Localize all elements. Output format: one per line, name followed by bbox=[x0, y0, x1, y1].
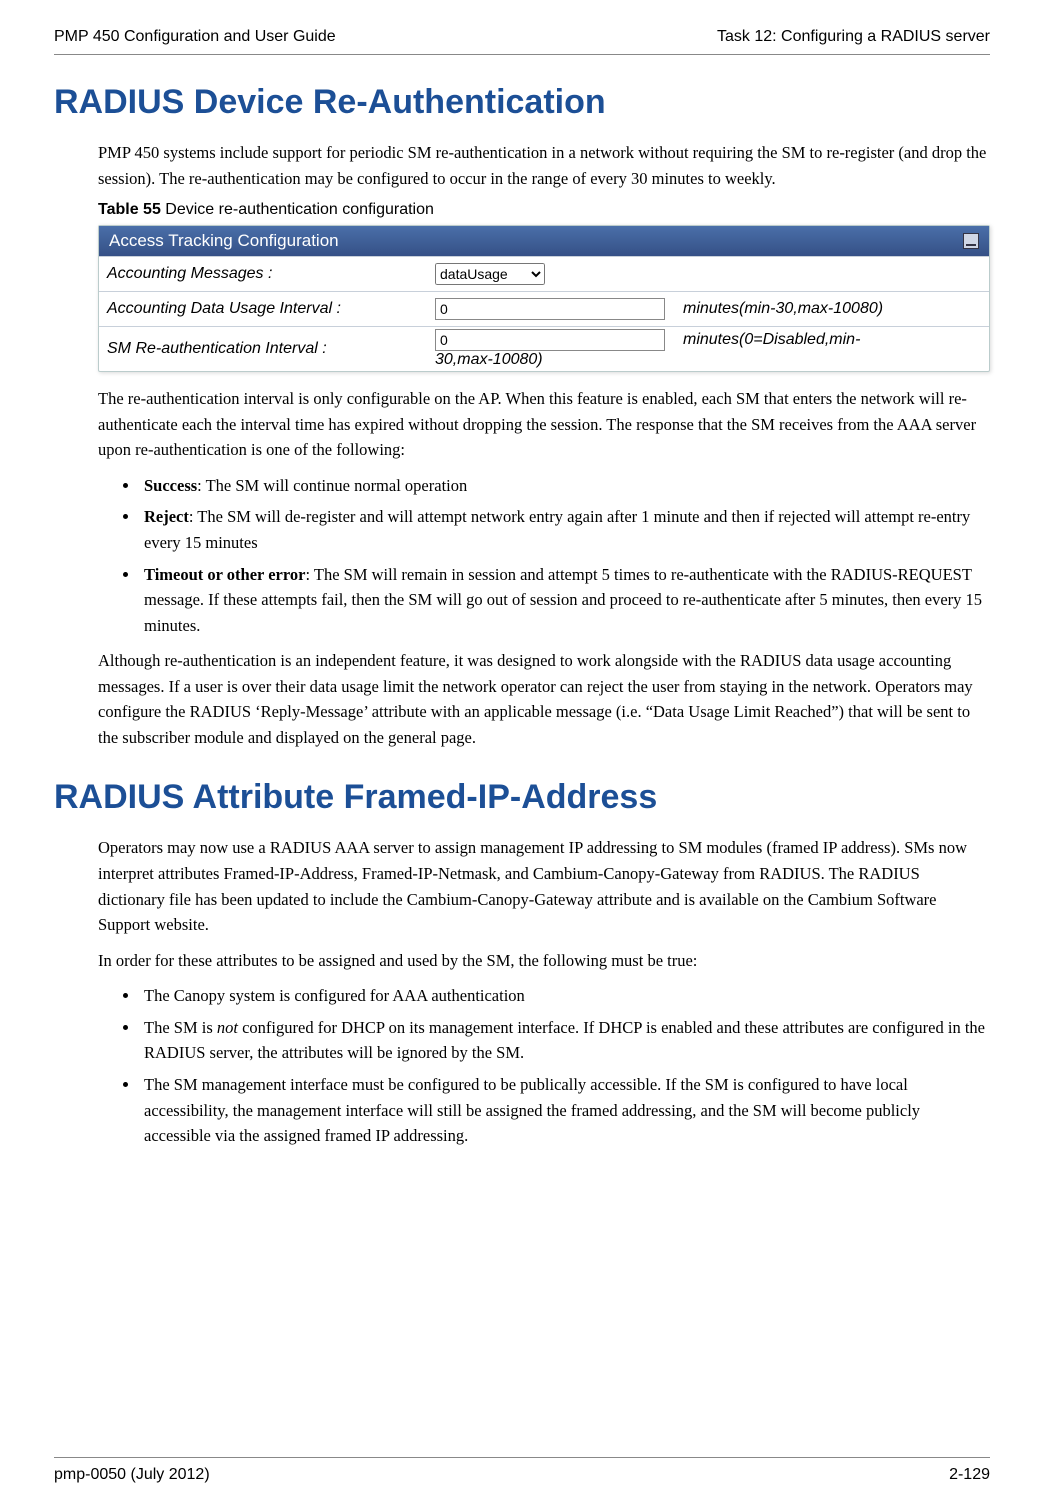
s2-bullet-2: The SM is not configured for DHCP on its… bbox=[140, 1015, 990, 1066]
heading-framed-ip: RADIUS Attribute Framed-IP-Address bbox=[54, 778, 990, 817]
page-footer: pmp-0050 (July 2012) 2-129 bbox=[54, 1457, 990, 1484]
table-caption-number: Table 55 bbox=[98, 201, 161, 218]
hint-reauth-interval-1: minutes(0=Disabled,min- bbox=[683, 331, 860, 349]
footer-right: 2-129 bbox=[949, 1466, 990, 1484]
row-data-usage-interval: Accounting Data Usage Interval : minutes… bbox=[99, 291, 989, 326]
s1-bullet-timeout: Timeout or other error: The SM will rema… bbox=[140, 562, 990, 639]
access-tracking-panel: Access Tracking Configuration Accounting… bbox=[98, 225, 990, 372]
s2-para2: In order for these attributes to be assi… bbox=[98, 948, 990, 974]
s1-para2: The re-authentication interval is only c… bbox=[98, 386, 990, 463]
s2-bullets: The Canopy system is configured for AAA … bbox=[98, 983, 990, 1148]
select-accounting-messages[interactable]: dataUsage bbox=[435, 263, 545, 285]
minimize-icon[interactable] bbox=[963, 233, 979, 249]
s2-bullet-1: The Canopy system is configured for AAA … bbox=[140, 983, 990, 1009]
footer-left: pmp-0050 (July 2012) bbox=[54, 1466, 210, 1484]
s1-bullet-success: Success: The SM will continue normal ope… bbox=[140, 473, 990, 499]
label-reauth-interval: SM Re-authentication Interval : bbox=[107, 340, 435, 358]
input-reauth-interval[interactable] bbox=[435, 329, 665, 351]
page-header: PMP 450 Configuration and User Guide Tas… bbox=[54, 28, 990, 55]
panel-title: Access Tracking Configuration bbox=[109, 231, 339, 251]
heading-radius-reauth: RADIUS Device Re-Authentication bbox=[54, 83, 990, 122]
label-data-usage-interval: Accounting Data Usage Interval : bbox=[107, 300, 435, 318]
header-left: PMP 450 Configuration and User Guide bbox=[54, 28, 336, 46]
panel-header: Access Tracking Configuration bbox=[99, 226, 989, 256]
s2-bullet-3: The SM management interface must be conf… bbox=[140, 1072, 990, 1149]
row-accounting-messages: Accounting Messages : dataUsage bbox=[99, 256, 989, 291]
header-right: Task 12: Configuring a RADIUS server bbox=[717, 28, 990, 46]
s1-para3: Although re-authentication is an indepen… bbox=[98, 648, 990, 750]
s2-para1: Operators may now use a RADIUS AAA serve… bbox=[98, 835, 990, 937]
s1-intro: PMP 450 systems include support for peri… bbox=[98, 140, 990, 191]
table-caption: Table 55 Device re-authentication config… bbox=[98, 201, 990, 219]
s1-bullet-reject: Reject: The SM will de-register and will… bbox=[140, 504, 990, 555]
table-caption-text: Device re-authentication configuration bbox=[161, 201, 434, 218]
label-accounting-messages: Accounting Messages : bbox=[107, 265, 435, 283]
s1-bullets: Success: The SM will continue normal ope… bbox=[98, 473, 990, 638]
row-reauth-interval: SM Re-authentication Interval : minutes(… bbox=[99, 326, 989, 371]
hint-data-usage-interval: minutes(min-30,max-10080) bbox=[683, 300, 883, 318]
input-data-usage-interval[interactable] bbox=[435, 298, 665, 320]
hint-reauth-interval-2: 30,max-10080) bbox=[435, 351, 543, 369]
